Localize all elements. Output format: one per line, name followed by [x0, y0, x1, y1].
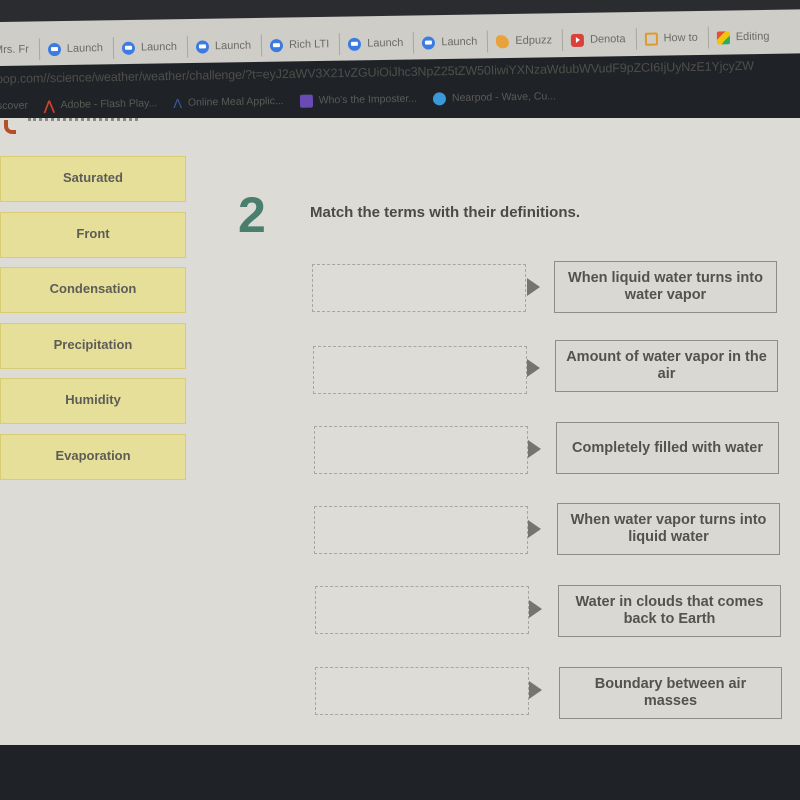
tab-launch-4[interactable]: Launch — [339, 31, 414, 56]
draggable-term[interactable]: Front — [0, 211, 186, 258]
tab-label: Launch — [66, 42, 104, 55]
tab-label: Denota — [589, 33, 626, 46]
zoom-icon — [422, 35, 436, 50]
arrow-right-icon — [528, 520, 541, 538]
url-text[interactable]: pop.com//science/weather/weather/challen… — [0, 59, 754, 86]
adobe-icon: ⋀ — [43, 97, 55, 113]
screen-bezel-bottom — [0, 745, 800, 800]
tab-launch-5[interactable]: Launch — [413, 30, 488, 54]
youtube-icon — [570, 33, 585, 47]
drop-zone[interactable] — [314, 506, 528, 554]
tab-label: Launch — [441, 35, 478, 49]
zoom-icon — [47, 42, 61, 56]
definition-box: Amount of water vapor in the air — [555, 340, 778, 392]
tab-label: Mrs. Fr — [0, 43, 29, 57]
tab-mrs-fr[interactable]: Mrs. Fr — [0, 38, 39, 61]
tab-how-to[interactable]: How to — [635, 26, 708, 50]
draggable-term[interactable]: Humidity — [0, 378, 186, 424]
zoom-icon — [269, 38, 284, 52]
editing-icon — [716, 30, 730, 44]
question-prompt: Match the terms with their definitions. — [310, 204, 581, 221]
tab-label: Edpuzz — [515, 34, 553, 48]
arrow-right-icon — [529, 681, 542, 699]
drop-zone[interactable] — [314, 426, 528, 474]
arrow-right-icon — [527, 278, 540, 296]
bookmark-adobe-flash[interactable]: ⋀ Adobe - Flash Play... — [44, 97, 158, 112]
tab-label: Rich LTI — [288, 38, 330, 51]
bookmark-label: scover — [0, 99, 29, 113]
draggable-term[interactable]: Saturated — [0, 156, 186, 202]
forms-icon — [299, 94, 313, 108]
tab-label: Launch — [140, 40, 178, 54]
definition-box: When water vapor turns into liquid water — [557, 503, 780, 555]
page-header — [0, 118, 800, 138]
bookmark-online-meal[interactable]: Λ Online Meal Applic... — [173, 95, 284, 110]
tab-denota[interactable]: Denota — [561, 27, 636, 52]
term-bank: Saturated Front Condensation Precipitati… — [0, 156, 186, 489]
bookmark-label: Online Meal Applic... — [187, 95, 284, 109]
tab-rich-lti[interactable]: Rich LTI — [260, 33, 340, 57]
tab-label: How to — [663, 31, 698, 45]
quiz-page: Saturated Front Condensation Precipitati… — [0, 118, 800, 745]
brainpop-logo-icon — [4, 120, 16, 134]
tab-launch-2[interactable]: Launch — [112, 35, 188, 60]
drop-zone[interactable] — [312, 264, 526, 312]
edpuzzle-icon — [496, 34, 510, 48]
bookmark-label: Nearpod - Wave, Cu... — [451, 90, 557, 105]
drop-zone[interactable] — [315, 667, 529, 715]
tab-label: Launch — [367, 36, 404, 50]
definition-box: Boundary between air masses — [559, 667, 782, 719]
meal-app-icon: Λ — [173, 95, 183, 111]
drop-zone[interactable] — [315, 586, 529, 634]
tab-label: Editing — [735, 30, 770, 44]
slides-icon — [644, 32, 658, 46]
tab-launch-3[interactable]: Launch — [186, 34, 262, 58]
draggable-term[interactable]: Precipitation — [0, 322, 186, 369]
page-title-fragment — [28, 118, 138, 124]
bookmark-imposter[interactable]: Who's the Imposter... — [299, 92, 418, 108]
tab-editing[interactable]: Editing — [707, 25, 780, 49]
bookmark-nearpod[interactable]: Nearpod - Wave, Cu... — [432, 90, 557, 105]
tab-label: Launch — [214, 39, 252, 53]
definition-box: Water in clouds that comes back to Earth — [558, 585, 781, 637]
bookmark-label: Who's the Imposter... — [318, 92, 418, 107]
draggable-term[interactable]: Condensation — [0, 267, 186, 313]
draggable-term[interactable]: Evaporation — [0, 433, 186, 480]
definition-box: When liquid water turns into water vapor — [554, 261, 777, 313]
definition-box: Completely filled with water — [556, 422, 779, 474]
drop-zone[interactable] — [313, 346, 527, 394]
bookmark-label: Adobe - Flash Play... — [60, 97, 158, 111]
arrow-right-icon — [528, 440, 541, 458]
bookmark-discover[interactable]: scover — [0, 100, 28, 113]
arrow-right-icon — [527, 359, 540, 377]
nearpod-icon — [432, 91, 447, 105]
arrow-right-icon — [529, 600, 542, 618]
question-number: 2 — [238, 187, 266, 243]
tab-edpuzzle[interactable]: Edpuzz — [487, 29, 563, 53]
zoom-icon — [121, 41, 136, 55]
tab-launch-1[interactable]: Launch — [38, 37, 114, 61]
zoom-icon — [195, 39, 210, 54]
zoom-icon — [348, 37, 362, 51]
